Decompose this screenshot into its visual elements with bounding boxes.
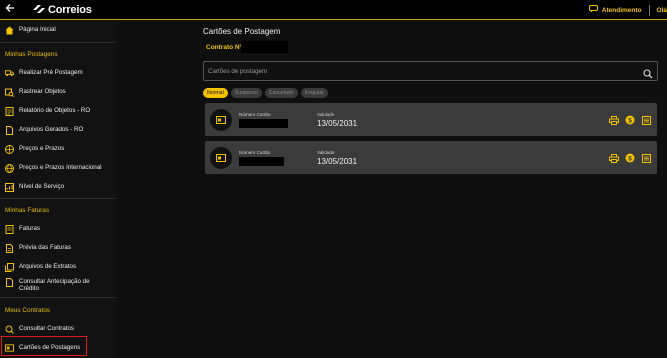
postage-card[interactable]: Número Cartão Validade 13/05/2031 $ <box>205 103 657 136</box>
sidebar-divider <box>0 198 115 199</box>
sidebar-item-arquivos-gerados[interactable]: Arquivos Gerados - RO <box>0 123 116 137</box>
card-number-label: Número Cartão <box>239 112 271 117</box>
filter-chip-suspenso[interactable]: Suspenso <box>230 88 262 98</box>
invoice-icon <box>5 224 14 234</box>
section-minhas-postagens: Minhas Postagens <box>5 51 58 58</box>
svg-text:$: $ <box>628 117 632 124</box>
page-title: Cartões de Postagem <box>203 27 281 36</box>
globe-icon <box>5 144 14 154</box>
sidebar-item-label: Realizar Pré Postagem <box>19 69 83 77</box>
chat-icon[interactable] <box>588 5 598 15</box>
top-right-menu: Atendimento Olá <box>588 4 667 16</box>
sidebar-item-antecipacao-credito[interactable]: Consultar Antecipação de Crédito <box>0 277 116 295</box>
section-minhas-faturas: Minhas Faturas <box>5 207 50 214</box>
status-filter-chips: Normal Suspenso Cancelado Irregular <box>203 88 328 98</box>
sidebar-item-label: Página Inicial <box>19 26 56 34</box>
sidebar-item-label: Consultar Antecipação de Crédito <box>19 278 90 292</box>
svg-text:$: $ <box>628 155 632 162</box>
sidebar: Página Inicial Minhas Postagens Realizar… <box>0 21 116 358</box>
correios-logo-icon <box>33 1 46 19</box>
card-icon <box>210 147 232 169</box>
validity-label: Validade <box>317 150 335 155</box>
sidebar-item-label-line1: Consultar Antecipação de <box>19 278 90 285</box>
sidebar-item-label-line2: Crédito <box>19 285 39 293</box>
contract-number-label: Contrato Nº: <box>206 44 245 51</box>
card-icon <box>210 109 232 131</box>
globe-icon <box>5 163 14 173</box>
section-meus-contratos: Meus Contratos <box>5 307 51 314</box>
card-actions: $ <box>609 153 651 163</box>
sidebar-divider <box>0 42 115 43</box>
list-details-icon[interactable] <box>641 153 651 163</box>
truck-icon <box>5 69 14 78</box>
sidebar-item-pre-postagem[interactable]: Realizar Pré Postagem <box>0 66 116 80</box>
print-icon[interactable] <box>609 153 619 163</box>
sidebar-divider <box>0 297 115 298</box>
dollar-coin-icon[interactable]: $ <box>625 115 635 125</box>
sidebar-item-label: Relatório de Objetos - RO <box>19 107 91 115</box>
logo-text: Correios <box>48 4 92 16</box>
sidebar-item-label: Nível de Serviço <box>19 183 65 191</box>
sidebar-item-previa-faturas[interactable]: Prévia das Faturas <box>0 241 116 255</box>
sidebar-item-label: Consultar Contratos <box>19 325 75 333</box>
document-icon <box>5 243 14 253</box>
document-icon <box>5 278 14 287</box>
top-bar: Correios Atendimento Olá <box>0 0 667 20</box>
filter-chip-normal[interactable]: Normal <box>203 88 228 98</box>
sidebar-item-precos-prazos-internacional[interactable]: Preços e Prazos Internacional <box>0 161 116 175</box>
main-content: Cartões de Postagem Contrato Nº: Cartões… <box>116 21 667 358</box>
service-level-icon <box>5 182 14 192</box>
user-greeting-truncated[interactable]: Olá <box>657 7 667 14</box>
redacted-card-number <box>239 157 284 166</box>
sidebar-item-label: Preços e Prazos <box>19 145 65 153</box>
card-number-label: Número Cartão <box>239 150 271 155</box>
search-field[interactable]: Cartões de postagem <box>203 61 658 81</box>
validity-date: 13/05/2031 <box>317 119 358 128</box>
postage-card[interactable]: Número Cartão Validade 13/05/2031 $ <box>205 141 657 174</box>
redacted-contract-number <box>241 41 288 53</box>
sidebar-item-arquivos-extratos[interactable]: Arquivos de Extratos <box>0 260 116 274</box>
selection-highlight-box <box>1 336 87 356</box>
sidebar-item-label: Preços e Prazos Internacional <box>19 164 102 172</box>
validity-date: 13/05/2031 <box>317 157 358 166</box>
sidebar-item-label: Rastrear Objetos <box>19 88 66 96</box>
filter-chip-cancelado[interactable]: Cancelado <box>264 88 298 98</box>
list-details-icon[interactable] <box>641 115 651 125</box>
card-actions: $ <box>609 115 651 125</box>
home-icon <box>5 26 14 35</box>
sidebar-item-label: Prévia das Faturas <box>19 244 71 252</box>
file-icon <box>5 125 14 135</box>
sidebar-item-consultar-contratos[interactable]: Consultar Contratos <box>0 322 116 336</box>
sidebar-item-faturas[interactable]: Faturas <box>0 222 116 236</box>
sidebar-item-pagina-inicial[interactable]: Página Inicial <box>0 23 116 37</box>
print-icon[interactable] <box>609 115 619 125</box>
validity-label: Validade <box>317 112 335 117</box>
correios-logo[interactable]: Correios <box>33 3 92 17</box>
search-icon[interactable] <box>643 66 653 79</box>
sidebar-item-label: Arquivos Gerados - RO <box>19 126 84 134</box>
sidebar-item-label: Arquivos de Extratos <box>19 263 77 271</box>
sidebar-item-relatorio-objetos[interactable]: Relatório de Objetos - RO <box>0 104 116 118</box>
search-placeholder: Cartões de postagem <box>208 68 268 75</box>
sidebar-item-label: Faturas <box>19 225 40 233</box>
sidebar-item-rastrear-objetos[interactable]: Rastrear Objetos <box>0 85 116 99</box>
header-separator <box>648 4 650 16</box>
sidebar-item-precos-prazos[interactable]: Preços e Prazos <box>0 142 116 156</box>
dollar-coin-icon[interactable]: $ <box>625 153 635 163</box>
contract-search-icon <box>5 325 14 334</box>
atendimento-link[interactable]: Atendimento <box>602 7 642 14</box>
copy-file-icon <box>5 262 14 272</box>
filter-chip-irregular[interactable]: Irregular <box>300 88 328 98</box>
package-search-icon <box>5 88 14 97</box>
report-icon <box>5 106 14 116</box>
sidebar-item-nivel-servico[interactable]: Nível de Serviço <box>0 180 116 194</box>
redacted-card-number <box>239 119 288 128</box>
back-arrow-icon[interactable] <box>5 3 17 17</box>
